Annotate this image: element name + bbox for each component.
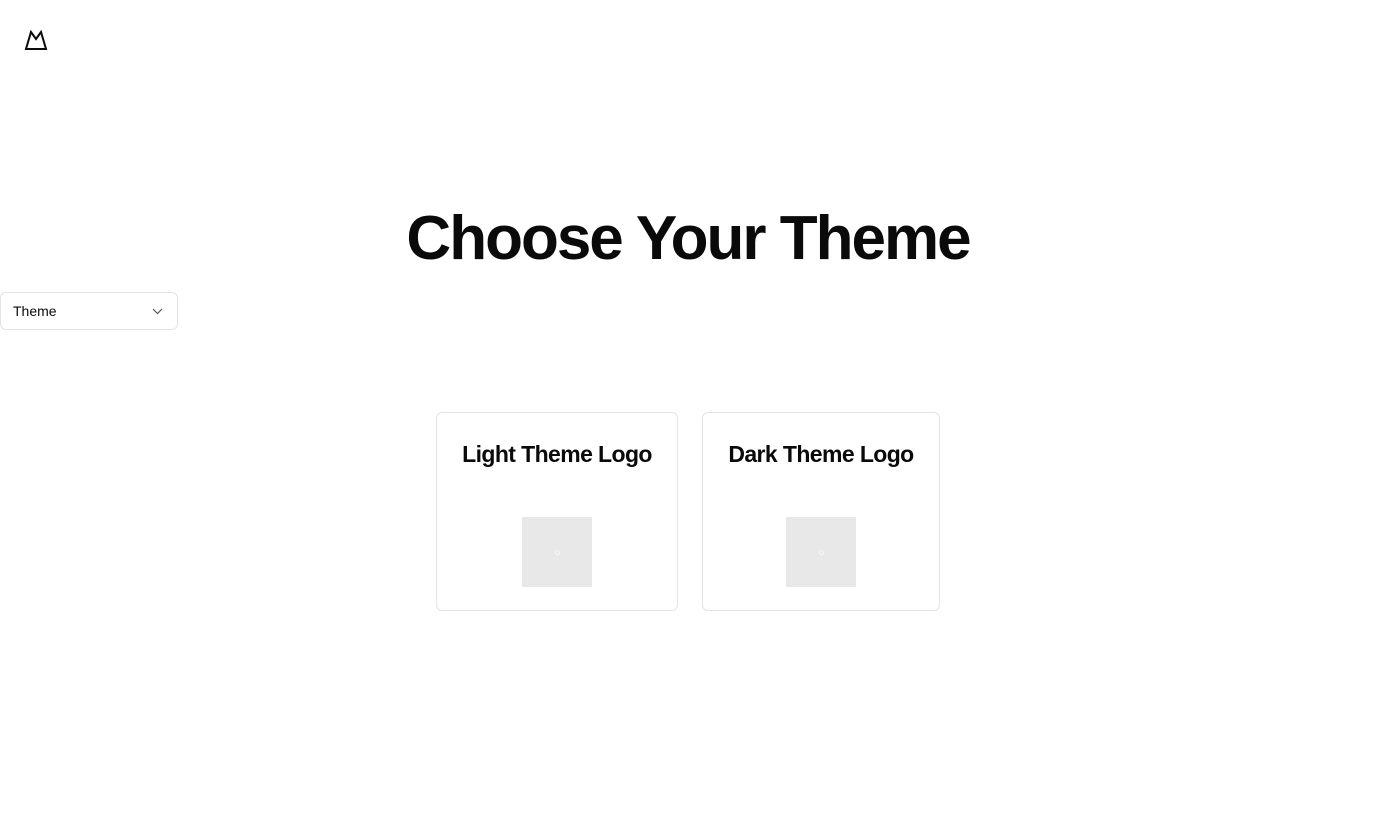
card-title: Dark Theme Logo [728, 441, 914, 467]
card-title: Light Theme Logo [462, 441, 652, 467]
dark-theme-card[interactable]: Dark Theme Logo [702, 412, 940, 611]
theme-select[interactable]: Theme [0, 292, 178, 330]
light-theme-card[interactable]: Light Theme Logo [436, 412, 678, 611]
theme-select-value: Theme [13, 303, 57, 319]
page: Choose Your Theme Theme Light Theme Logo… [0, 0, 1376, 820]
chevron-down-icon [151, 305, 163, 317]
light-logo-image [522, 517, 592, 587]
dark-logo-image [786, 517, 856, 587]
page-title: Choose Your Theme [406, 204, 971, 273]
image-placeholder-icon [818, 549, 824, 555]
mountain-icon[interactable] [24, 29, 48, 51]
image-placeholder-icon [554, 549, 560, 555]
